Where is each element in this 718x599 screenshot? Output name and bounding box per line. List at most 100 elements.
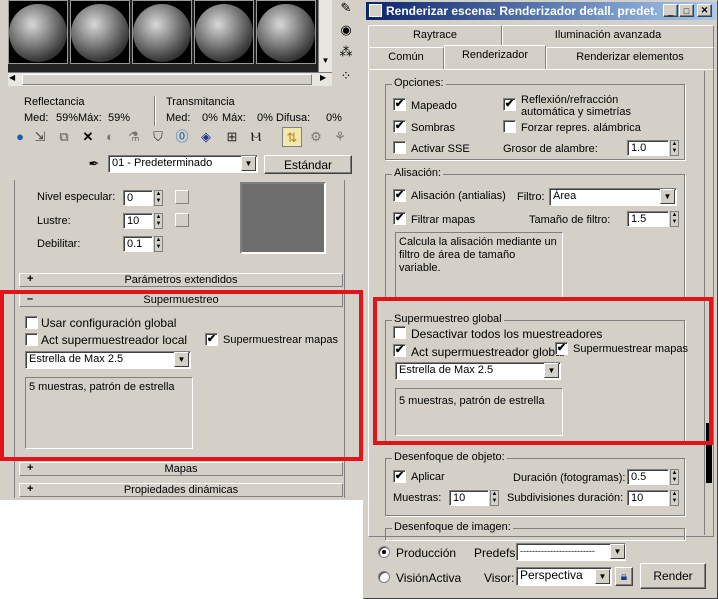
make-unique-icon[interactable]: ⚗ [124, 127, 144, 147]
scroll-down-icon[interactable]: ▼ [319, 56, 332, 70]
object-blur-apply-checkbox[interactable]: ✔ [393, 470, 406, 483]
uv-tiling-icon[interactable]: ⁘ [336, 66, 356, 86]
reflection-checkbox[interactable]: ✔ [503, 98, 516, 111]
minimize-button[interactable]: _ [663, 4, 678, 17]
sample-type-icon[interactable]: ✎ [336, 0, 356, 18]
sample-slots-area [8, 0, 318, 72]
subdiv-spinner[interactable]: ▲ ▼ [670, 490, 679, 506]
material-map-navigator-icon[interactable]: ⚙ [306, 127, 326, 147]
mapping-label: Mapeado [411, 100, 457, 112]
soften-field[interactable]: 0.1 [123, 236, 153, 252]
specular-level-field[interactable]: 0 [123, 190, 153, 206]
show-map-in-viewport-icon[interactable]: ◈ [196, 127, 216, 147]
tab-raytrace[interactable]: Raytrace [368, 25, 502, 47]
tab-common[interactable]: Común [368, 47, 444, 69]
duration-spinner[interactable]: ▲ ▼ [670, 469, 679, 485]
material-name-dropdown-icon[interactable]: ▼ [241, 156, 256, 171]
transmittance-max-label: Máx: [222, 112, 246, 124]
rollout-extended-label: Parámetros extendidos [124, 274, 238, 286]
lock-viewport-button[interactable]: 🔒︎ [615, 567, 633, 586]
scroll-left-icon[interactable]: ◀ [9, 73, 15, 82]
specular-map-button[interactable] [175, 190, 189, 204]
pick-material-icon[interactable]: ✒ [84, 154, 104, 174]
glossiness-spinner[interactable]: ▲ ▼ [154, 213, 163, 229]
title-bar[interactable]: Renderizar escena: Renderizador detall. … [366, 2, 716, 20]
duration-label: Duración (fotogramas): [513, 472, 626, 484]
glossiness-map-button[interactable] [175, 213, 189, 227]
highlight-box-material [0, 290, 363, 461]
rollout-maps-label: Mapas [164, 463, 198, 475]
tab-render-elements[interactable]: Renderizar elementos [546, 47, 714, 69]
rollout-maps[interactable]: + Mapas [19, 462, 343, 476]
tab-renderer[interactable]: Renderizador [444, 45, 546, 69]
subdiv-field[interactable]: 10 [627, 490, 669, 506]
get-material-icon[interactable]: ● [10, 127, 30, 147]
filter-dropdown-icon[interactable]: ▼ [660, 189, 675, 204]
assign-material-icon[interactable]: ⧉ [54, 127, 74, 147]
filter-maps-checkbox[interactable]: ✔ [393, 212, 406, 225]
subdiv-label: Subdivisiones duración: [507, 492, 624, 504]
reflectance-max-value: 59% [108, 112, 131, 124]
render-button[interactable]: Render [640, 563, 706, 589]
options-group-label: Opciones: [392, 77, 446, 89]
filter-size-field[interactable]: 1.5 [627, 211, 669, 227]
select-by-material-icon[interactable]: ⚘ [330, 127, 350, 147]
wire-thickness-field[interactable]: 1.0 [627, 140, 669, 156]
soften-label: Debilitar: [37, 238, 81, 250]
material-type-button[interactable]: Estándar [264, 155, 352, 174]
filter-description: Calcula la alisación mediante un filtro … [395, 232, 563, 298]
rollout-dynamics[interactable]: + Propiedades dinámicas [19, 483, 343, 497]
sample-slot[interactable] [256, 0, 316, 64]
go-to-parent-icon[interactable]: Ⲙ [246, 127, 266, 147]
close-button[interactable]: ✕ [697, 4, 712, 17]
antialiasing-checkbox[interactable]: ✔ [393, 189, 406, 202]
slots-vscroll[interactable]: ▼ [318, 0, 332, 72]
shadows-label: Sombras [411, 122, 456, 134]
material-effects-channel-icon[interactable]: ⓪ [172, 127, 192, 147]
rollout-dynamics-label: Propiedades dinámicas [123, 484, 239, 496]
presets-dropdown-icon[interactable]: ▼ [610, 544, 625, 559]
soften-spinner[interactable]: ▲ ▼ [154, 236, 163, 252]
show-end-result-icon[interactable]: ⊞ [222, 127, 242, 147]
activeshade-radio[interactable] [378, 571, 390, 583]
duration-field[interactable]: 0.5 [627, 469, 669, 485]
put-to-scene-icon[interactable]: ⇲ [30, 127, 50, 147]
filter-select[interactable]: Área [549, 188, 677, 206]
rollout-extended-params[interactable]: + Parámetros extendidos [19, 273, 343, 287]
window-title: Renderizar escena: Renderizador detall. … [386, 4, 658, 18]
transmittance-label: Transmitancia [166, 96, 235, 108]
production-radio[interactable] [378, 546, 390, 558]
transmittance-med-value: 0% [202, 112, 218, 124]
samples-spinner[interactable]: ▲ ▼ [490, 490, 499, 506]
antialias-group-label: Alisación: [392, 167, 444, 179]
filter-size-spinner[interactable]: ▲ ▼ [670, 211, 679, 227]
backlight-icon[interactable]: ◉ [336, 20, 356, 40]
put-to-library-icon[interactable]: ⛉ [148, 127, 168, 147]
slots-hscroll[interactable]: ◀ ▶ [8, 72, 332, 86]
sample-slot[interactable] [132, 0, 192, 64]
mapping-checkbox[interactable]: ✔ [393, 98, 406, 111]
samples-field[interactable]: 10 [449, 490, 489, 506]
wire-thickness-spinner[interactable]: ▲ ▼ [670, 140, 679, 156]
material-name-field[interactable]: 01 - Predeterminado [108, 155, 258, 173]
reset-material-icon[interactable]: ✕ [78, 127, 98, 147]
enable-sse-checkbox[interactable] [393, 141, 406, 154]
lock-icon: 🔒︎ [620, 569, 628, 583]
sample-slot[interactable] [8, 0, 68, 64]
force-wireframe-checkbox[interactable] [503, 120, 516, 133]
tab-advanced-lighting[interactable]: Iluminación avanzada [502, 25, 714, 47]
highlight-curve-preview [240, 182, 326, 254]
glossiness-field[interactable]: 10 [123, 213, 153, 229]
viewport-dropdown-icon[interactable]: ▼ [595, 569, 610, 584]
scroll-right-icon[interactable]: ▶ [320, 73, 326, 82]
go-forward-sibling-icon[interactable]: ⇅ [282, 127, 302, 147]
sample-slot[interactable] [194, 0, 254, 64]
sample-slot[interactable] [70, 0, 130, 64]
background-icon[interactable]: ⁂ [336, 42, 356, 62]
glossiness-label: Lustre: [37, 215, 71, 227]
specular-spinner[interactable]: ▲ ▼ [154, 190, 163, 206]
scroll-thumb[interactable] [22, 74, 312, 85]
copy-material-icon[interactable]: ◐ [100, 127, 120, 147]
shadows-checkbox[interactable]: ✔ [393, 120, 406, 133]
maximize-button[interactable]: □ [679, 4, 694, 17]
